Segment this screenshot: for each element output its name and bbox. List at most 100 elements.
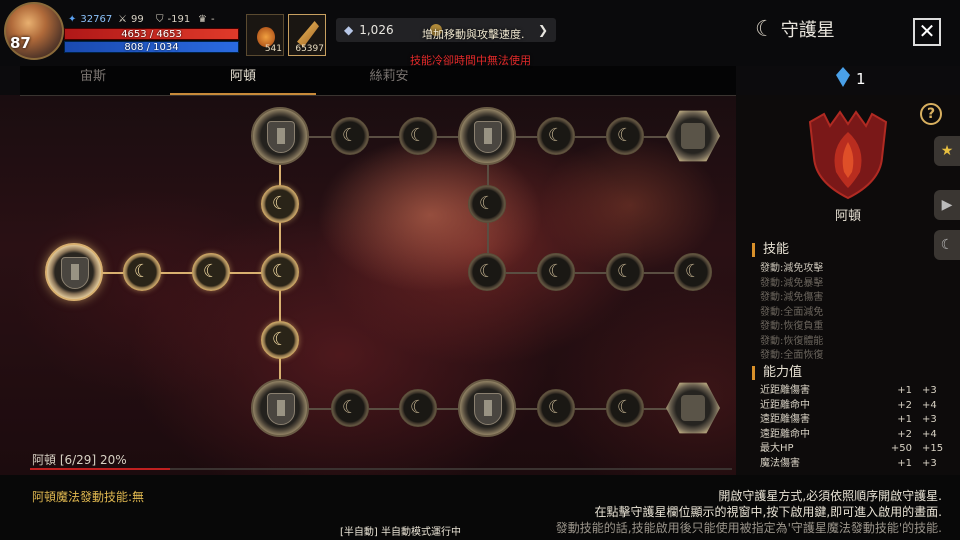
skill-item[interactable]: 發動:減免攻擊 — [760, 262, 823, 276]
star-node[interactable]: ☾ — [192, 253, 230, 291]
hint-line: 發動技能的話,技能啟用後只能使用被指定為'守護星魔法發動技能'的技能. — [555, 521, 942, 535]
side-tab-guardian[interactable]: ☾ — [934, 230, 960, 260]
star-node[interactable]: ☾ — [537, 389, 575, 427]
ability-row: 近距離命中 +2 +4 — [760, 399, 940, 413]
skill-item[interactable]: 發動:全面減免 — [760, 306, 823, 320]
crescent-icon: ☾ — [547, 397, 565, 418]
star-node[interactable]: ☾ — [606, 117, 644, 155]
crescent-icon: ☾ — [616, 397, 634, 418]
defense-stat: ⛉ -191 — [156, 14, 190, 25]
ability-value-current: +2 — [897, 428, 912, 440]
crystal-icon — [836, 67, 850, 87]
star-node-final[interactable] — [666, 110, 720, 162]
auto-mode-status: [半自動] 半自動模式運行中 — [340, 527, 461, 538]
shield-emblem-icon — [267, 121, 295, 153]
attack-value: 99 — [130, 14, 144, 25]
star-node-major[interactable] — [251, 107, 309, 165]
crescent-icon: ☾ — [940, 237, 954, 253]
tab-aton[interactable]: 阿頓 — [170, 66, 316, 95]
star-node[interactable]: ☾ — [606, 389, 644, 427]
panel-title: ☾ 守護星 — [755, 16, 835, 42]
quick-slot-potion[interactable]: 541 — [246, 14, 284, 56]
crescent-icon: ☾ — [409, 397, 427, 418]
star-node-major[interactable] — [251, 379, 309, 437]
cross-shield-icon — [474, 393, 502, 425]
quick-slot-item[interactable]: 65397 — [288, 14, 326, 56]
star-node[interactable]: ☾ — [468, 185, 506, 223]
power-value: 32767 — [80, 14, 113, 25]
star-node[interactable]: ☾ — [261, 321, 299, 359]
crescent-icon: ☾ — [271, 261, 289, 282]
crescent-icon: ☾ — [547, 125, 565, 146]
progress-label: 阿頓 [6/29] 20% — [32, 453, 127, 467]
shield-emblem-icon — [61, 257, 89, 289]
skill-item[interactable]: 發動:恢復負重 — [760, 320, 823, 334]
star-node-final[interactable] — [666, 382, 720, 434]
star-icon: ★ — [940, 143, 954, 159]
skill-item[interactable]: 發動:恢復體能 — [760, 335, 823, 349]
star-node[interactable]: ☾ — [123, 253, 161, 291]
item-count: 65397 — [295, 44, 324, 54]
ability-name: 遠距離命中 — [760, 428, 810, 440]
skill-item[interactable]: 發動:減免暴擊 — [760, 277, 823, 291]
hex-emblem-icon — [681, 395, 705, 421]
panel-title-text: 守護星 — [780, 20, 835, 41]
power-stat: ✦ 32767 — [68, 14, 112, 25]
skill-item[interactable]: 發動:全面恢復 — [760, 349, 823, 363]
star-node-major[interactable] — [458, 379, 516, 437]
star-node[interactable]: ☾ — [674, 253, 712, 291]
ability-row: 遠距離命中 +2 +4 — [760, 428, 940, 442]
star-node[interactable]: ☾ — [606, 253, 644, 291]
mp-bar: 808 / 1034 — [64, 41, 239, 53]
star-node[interactable]: ☾ — [537, 117, 575, 155]
star-node[interactable]: ☾ — [331, 389, 369, 427]
star-node[interactable]: ☾ — [537, 253, 575, 291]
skill-item[interactable]: 發動:減免傷害 — [760, 291, 823, 305]
guardian-star-screen: ☾ ☾ ☾ ☾ ☾ ☾ ☾ ☾ ☾ ☾ ☾ ☾ ☾ ☾ ☾ ☾ ☾ ☾ 宙斯 阿… — [0, 0, 960, 540]
ability-row: 魔法傷害 +1 +3 — [760, 457, 940, 471]
ability-row: 近距離傷害 +1 +3 — [760, 384, 940, 398]
progress-bar — [30, 468, 732, 470]
ability-name: 近距離傷害 — [760, 385, 810, 396]
star-node[interactable]: ☾ — [261, 253, 299, 291]
progress-fill — [30, 468, 171, 470]
currency-value: 1,026 — [359, 23, 394, 37]
crescent-icon: ☾ — [478, 193, 496, 214]
buff-notice: 增加移動與攻擊速度. — [422, 28, 525, 41]
trophy-value: - — [210, 14, 215, 25]
ability-row: 最大HP +50 +15 — [760, 442, 943, 456]
star-node[interactable]: ☾ — [468, 253, 506, 291]
star-node[interactable]: ☾ — [331, 117, 369, 155]
side-tab-favorite[interactable]: ★ — [934, 136, 960, 166]
star-node[interactable]: ☾ — [399, 389, 437, 427]
wing-icon: ✦ — [68, 14, 77, 25]
trophy-stat: ♛ - — [198, 14, 215, 25]
crescent-icon: ☾ — [202, 261, 220, 282]
gem-count: 1 — [856, 70, 866, 88]
star-node-major[interactable] — [458, 107, 516, 165]
ability-row: 遠距離傷害 +1 +3 — [760, 413, 940, 427]
shield-emblem-icon — [474, 121, 502, 153]
tab-zeus[interactable]: 宙斯 — [20, 66, 166, 95]
constellation-tabs: 宙斯 阿頓 絲莉安 — [20, 66, 736, 96]
crescent-icon: ☾ — [341, 397, 359, 418]
tab-sirian[interactable]: 絲莉安 — [316, 66, 462, 95]
hex-emblem-icon — [681, 123, 705, 149]
crescent-icon: ☾ — [409, 125, 427, 146]
ability-value-max: +3 — [922, 457, 937, 469]
ability-value-current: +50 — [890, 443, 912, 454]
star-node[interactable]: ☾ — [399, 117, 437, 155]
crescent-icon: ☾ — [133, 261, 151, 282]
close-button[interactable]: ✕ — [913, 18, 941, 46]
star-node[interactable]: ☾ — [261, 185, 299, 223]
hp-bar: 4653 / 4653 — [64, 28, 239, 40]
cross-shield-icon — [267, 393, 295, 425]
ability-value-current: +1 — [897, 457, 912, 469]
cooldown-warning: 技能冷卻時間中無法使用 — [410, 54, 531, 67]
help-button[interactable]: ? — [920, 103, 942, 125]
tree-link — [488, 272, 694, 274]
hint-line: 在點擊守護星欄位顯示的視窗中,按下啟用鍵,即可進入啟用的畫面. — [594, 505, 942, 519]
crescent-icon: ☾ — [271, 193, 289, 214]
chevron-right-icon[interactable]: ❯ — [538, 23, 548, 37]
star-node-start[interactable] — [45, 243, 103, 301]
